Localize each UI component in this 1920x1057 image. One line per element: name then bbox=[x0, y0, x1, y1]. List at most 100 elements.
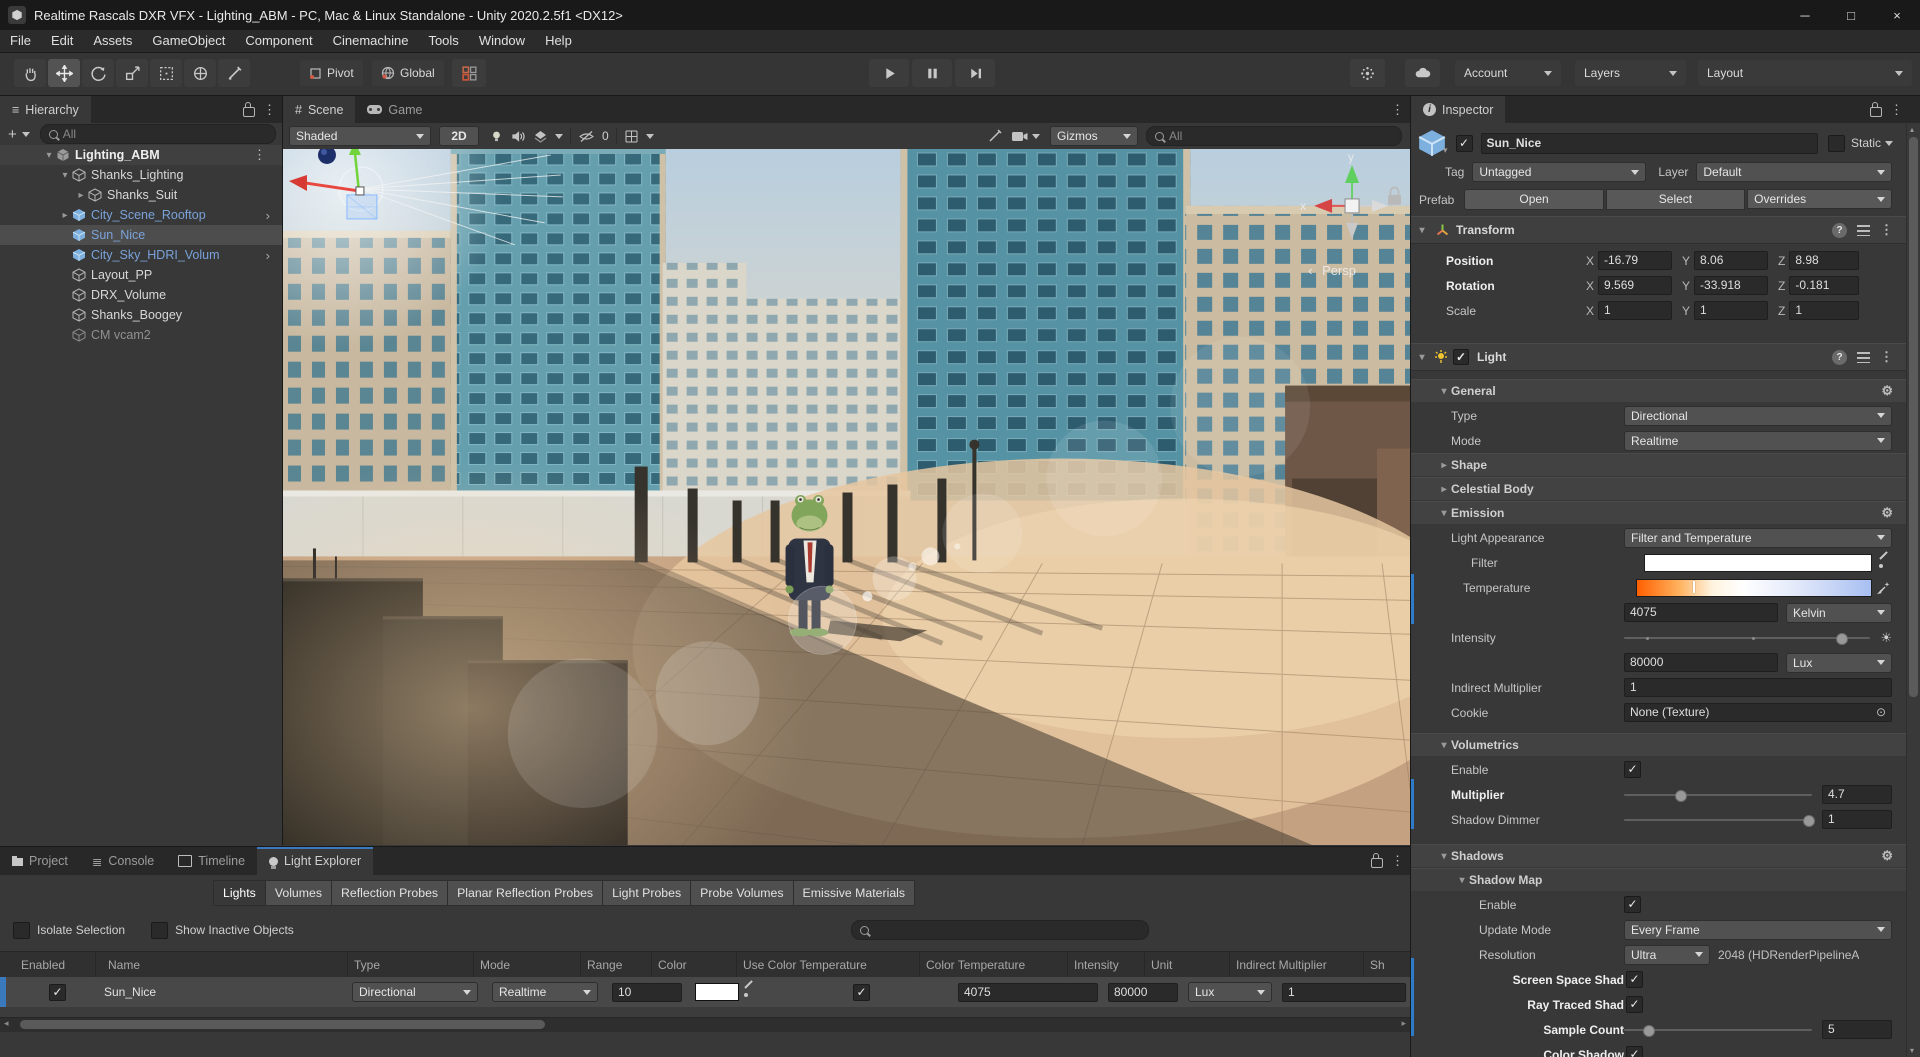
lock-icon[interactable] bbox=[1870, 107, 1882, 117]
foldout-icon[interactable]: ▾ bbox=[58, 170, 72, 181]
kebab-menu-icon[interactable]: ⋮ bbox=[263, 102, 276, 118]
tab-inspector[interactable]: i Inspector bbox=[1411, 96, 1505, 123]
table-row-sun-nice[interactable]: ✓ Sun_Nice Directional Realtime 10 ✓ 407… bbox=[0, 977, 1410, 1007]
intensity-sun-icon[interactable]: ☀ bbox=[1880, 630, 1892, 646]
volumetrics-section-header[interactable]: ▾ Volumetrics bbox=[1411, 733, 1907, 757]
maximize-button[interactable]: □ bbox=[1828, 0, 1874, 30]
intensity-slider[interactable] bbox=[1624, 637, 1870, 639]
rect-tool-button[interactable] bbox=[150, 59, 182, 87]
create-button[interactable]: + bbox=[8, 126, 17, 143]
scene-viewport[interactable]: y x ‹ Persp bbox=[283, 149, 1410, 845]
scroll-up-icon[interactable]: ▴ bbox=[1910, 125, 1914, 134]
prefab-open-chevron[interactable]: › bbox=[266, 248, 270, 263]
row-mode-dropdown[interactable]: Realtime bbox=[492, 982, 598, 1002]
camera-dropdown-icon[interactable] bbox=[1032, 134, 1040, 139]
kebab-menu-icon[interactable]: ⋮ bbox=[1391, 102, 1404, 118]
move-tool-button[interactable] bbox=[48, 59, 80, 87]
active-checkbox[interactable]: ✓ bbox=[1456, 135, 1473, 152]
gameobject-name-field[interactable]: Sun_Nice bbox=[1481, 133, 1818, 154]
account-dropdown[interactable]: Account bbox=[1455, 60, 1561, 86]
hierarchy-item[interactable]: ▸ Shanks_Suit bbox=[0, 185, 282, 205]
additional-properties-icon[interactable]: ⚙ bbox=[1881, 383, 1893, 399]
play-button[interactable] bbox=[869, 59, 909, 87]
shadow-enable-checkbox[interactable]: ✓ bbox=[1624, 896, 1641, 913]
rotation-x-field[interactable]: 9.569 bbox=[1598, 276, 1672, 295]
temperature-unit-dropdown[interactable]: Kelvin bbox=[1786, 603, 1892, 623]
show-inactive-checkbox[interactable] bbox=[151, 922, 168, 939]
create-dropdown-icon[interactable] bbox=[22, 132, 30, 137]
static-dropdown-icon[interactable] bbox=[1885, 141, 1893, 146]
scroll-left-icon[interactable]: ◂ bbox=[4, 1018, 9, 1029]
row-enabled-checkbox[interactable]: ✓ bbox=[49, 984, 66, 1001]
scale-tool-button[interactable] bbox=[116, 59, 148, 87]
menu-edit[interactable]: Edit bbox=[41, 30, 83, 52]
emission-section-header[interactable]: ▾ Emission ⚙ bbox=[1411, 501, 1907, 525]
additional-properties-icon[interactable]: ⚙ bbox=[1881, 848, 1893, 864]
row-color-temp-field[interactable]: 4075 bbox=[958, 983, 1098, 1002]
hierarchy-item[interactable]: ▾ Shanks_Lighting bbox=[0, 165, 282, 185]
close-button[interactable]: × bbox=[1874, 0, 1920, 30]
kebab-menu-icon[interactable]: ⋮ bbox=[1880, 349, 1893, 365]
filter-light-probes[interactable]: Light Probes bbox=[603, 880, 691, 906]
menu-component[interactable]: Component bbox=[235, 30, 322, 52]
light-mode-dropdown[interactable]: Realtime bbox=[1624, 431, 1892, 451]
scrollbar-thumb[interactable] bbox=[1909, 137, 1918, 697]
shadow-dimmer-slider-knob[interactable] bbox=[1803, 815, 1815, 827]
row-range-field[interactable]: 10 bbox=[612, 983, 682, 1002]
additional-properties-icon[interactable]: ⚙ bbox=[1881, 505, 1893, 521]
collab-button[interactable] bbox=[1350, 59, 1385, 87]
row-type-dropdown[interactable]: Directional bbox=[352, 982, 478, 1002]
persp-chevron[interactable]: ‹ bbox=[1308, 263, 1312, 278]
col-type[interactable]: Type bbox=[348, 952, 474, 978]
2d-toggle-button[interactable]: 2D bbox=[439, 126, 479, 146]
kebab-menu-icon[interactable]: ⋮ bbox=[1880, 222, 1893, 238]
foldout-icon[interactable]: ▾ bbox=[1437, 740, 1451, 751]
row-intensity-field[interactable]: 80000 bbox=[1108, 983, 1178, 1002]
filter-color-swatch[interactable] bbox=[1644, 554, 1872, 572]
filter-emissive-materials[interactable]: Emissive Materials bbox=[794, 880, 916, 906]
hierarchy-item[interactable]: Shanks_Boogey bbox=[0, 305, 282, 325]
grid-dropdown-icon[interactable] bbox=[646, 134, 654, 139]
horizontal-scrollbar[interactable]: ◂ ▸ bbox=[0, 1017, 1410, 1032]
isolate-selection-checkbox[interactable] bbox=[13, 922, 30, 939]
menu-gameobject[interactable]: GameObject bbox=[142, 30, 235, 52]
tag-dropdown[interactable]: Untagged bbox=[1472, 162, 1646, 182]
hierarchy-search-input[interactable]: All bbox=[40, 124, 276, 144]
layer-dropdown[interactable]: Default bbox=[1696, 162, 1892, 182]
shadow-dimmer-field[interactable]: 1 bbox=[1822, 810, 1892, 829]
help-icon[interactable]: ? bbox=[1832, 350, 1847, 365]
tab-light-explorer[interactable]: Light Explorer bbox=[257, 847, 373, 875]
col-color[interactable]: Color bbox=[652, 952, 737, 978]
shadow-map-subsection-header[interactable]: ▾ Shadow Map bbox=[1411, 868, 1907, 892]
col-intensity[interactable]: Intensity bbox=[1068, 952, 1145, 978]
menu-window[interactable]: Window bbox=[469, 30, 535, 52]
position-z-field[interactable]: 8.98 bbox=[1789, 251, 1859, 270]
color-shadow-checkbox[interactable]: ✓ bbox=[1626, 1046, 1643, 1057]
help-icon[interactable]: ? bbox=[1832, 223, 1847, 238]
presets-icon[interactable] bbox=[1857, 352, 1870, 363]
col-shadows-cut[interactable]: Sh bbox=[1364, 952, 1410, 978]
col-color-temperature[interactable]: Color Temperature bbox=[920, 952, 1068, 978]
temperature-marker[interactable] bbox=[1693, 581, 1695, 593]
sparkle-eyedropper-icon[interactable] bbox=[1877, 580, 1892, 595]
light-header[interactable]: ▾ ✓ Light ?⋮ bbox=[1411, 343, 1907, 371]
eyedropper-icon[interactable] bbox=[743, 985, 757, 999]
col-mode[interactable]: Mode bbox=[474, 952, 581, 978]
menu-assets[interactable]: Assets bbox=[83, 30, 142, 52]
shadow-dimmer-slider[interactable] bbox=[1624, 819, 1812, 821]
global-toggle-button[interactable]: Global bbox=[372, 60, 444, 86]
menu-file[interactable]: File bbox=[0, 30, 41, 52]
foldout-icon[interactable]: ▸ bbox=[1437, 460, 1451, 471]
foldout-icon[interactable]: ▾ bbox=[1437, 508, 1451, 519]
inspector-scrollbar[interactable]: ▴ ▾ bbox=[1906, 123, 1920, 1057]
tab-scene[interactable]: # Scene bbox=[283, 96, 355, 123]
update-mode-dropdown[interactable]: Every Frame bbox=[1624, 920, 1892, 940]
custom-tool-button[interactable] bbox=[218, 59, 250, 87]
icon-dropdown[interactable]: ▾ bbox=[1443, 145, 1448, 156]
prefab-overrides-dropdown[interactable]: Overrides bbox=[1747, 189, 1892, 209]
scene-lighting-icon[interactable] bbox=[489, 129, 504, 144]
shape-section-header[interactable]: ▸ Shape bbox=[1411, 453, 1907, 477]
gizmos-dropdown[interactable]: Gizmos bbox=[1050, 126, 1138, 146]
scene-search-input[interactable]: All bbox=[1146, 126, 1402, 146]
celestial-body-section-header[interactable]: ▸ Celestial Body bbox=[1411, 477, 1907, 501]
